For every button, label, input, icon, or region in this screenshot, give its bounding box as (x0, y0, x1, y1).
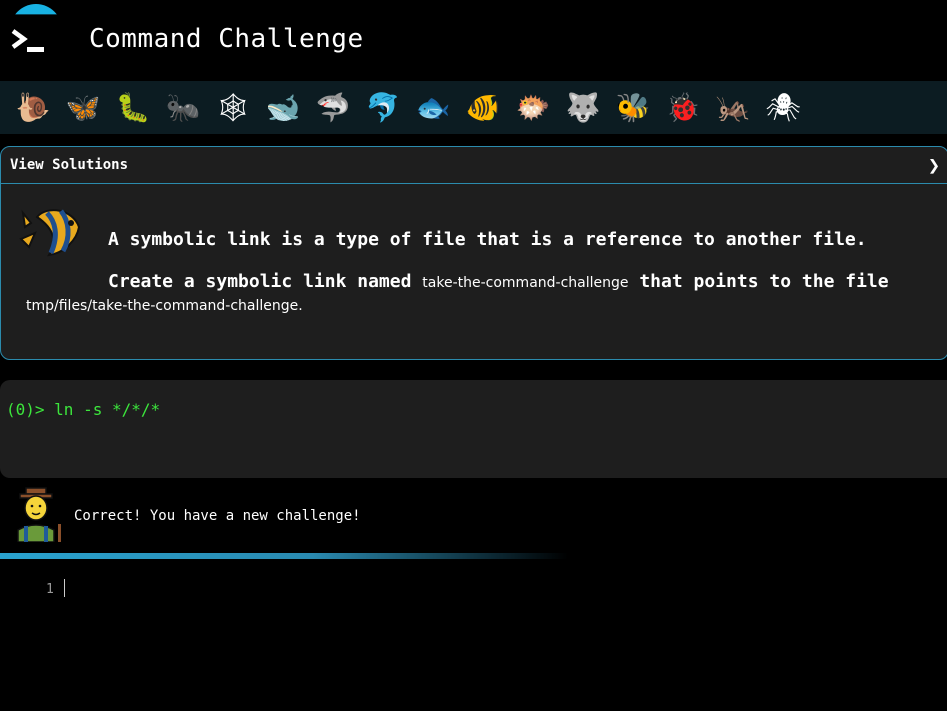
link-name-code: take-the-command-challenge (422, 275, 629, 291)
editor-line-number: 1 (46, 582, 54, 597)
spider-web-icon[interactable]: 🕸 (208, 85, 258, 131)
chevron-right-icon: ❯ (927, 153, 940, 177)
fish-icon[interactable]: 🐟 (408, 85, 458, 131)
text-cursor (64, 579, 65, 597)
terminal-prompt: (0)> (6, 400, 55, 419)
ladybug-icon[interactable]: 🐞 (658, 85, 708, 131)
cricket-icon[interactable]: 🦗 (708, 85, 758, 131)
bee-icon[interactable]: 🐝 (608, 85, 658, 131)
challenge-description: A symbolic link is a type of file that i… (108, 229, 867, 250)
blowfish-icon[interactable]: 🐡 (508, 85, 558, 131)
terminal-command: ln -s */*/* (54, 400, 161, 419)
progress-bar (0, 553, 568, 559)
farmer-avatar-icon (17, 487, 61, 542)
spider-icon[interactable]: 🕷 (758, 85, 808, 131)
dolphin-icon[interactable]: 🐬 (358, 85, 408, 131)
command-editor[interactable]: 1 (0, 570, 947, 711)
snail-icon[interactable]: 🐌 (8, 85, 58, 131)
challenge-instruction: Create a symbolic link named take-the-co… (108, 271, 889, 292)
caterpillar-icon[interactable]: 🐛 (108, 85, 158, 131)
terminal-command-line: (0)> ln -s */*/* (6, 400, 160, 419)
terminal-output: (0)> ln -s */*/* (0, 380, 947, 478)
terminal-logo-icon (11, 29, 44, 52)
instruction-suffix: that points to the file (628, 271, 889, 292)
target-file-path: tmp/files/take-the-command-challenge. (26, 298, 303, 314)
feedback-message: Correct! You have a new challenge! (74, 508, 361, 524)
top-bar: Command Challenge (0, 0, 947, 80)
wolf-icon[interactable]: 🐺 (558, 85, 608, 131)
animal-level-strip: 🐌 🦋 🐛 🐜 🕸 🐋 🦈 🐬 🐟 🐠 🐡 🐺 🐝 🐞 🦗 🕷 (0, 81, 947, 134)
view-solutions-toggle[interactable]: View Solutions ❯ (1, 147, 947, 184)
challenge-panel: View Solutions ❯ A symbolic link is a ty… (0, 146, 947, 360)
ant-icon[interactable]: 🐜 (158, 85, 208, 131)
tropical-fish-icon[interactable]: 🐠 (458, 85, 508, 131)
shark-icon[interactable]: 🦈 (308, 85, 358, 131)
view-solutions-label: View Solutions (10, 157, 129, 173)
page-title: Command Challenge (89, 24, 364, 54)
butterfly-icon[interactable]: 🦋 (58, 85, 108, 131)
feedback-row: Correct! You have a new challenge! (14, 486, 914, 544)
tropical-fish-icon (19, 209, 81, 257)
instruction-prefix: Create a symbolic link named (108, 271, 423, 292)
whale-icon[interactable]: 🐋 (258, 85, 308, 131)
